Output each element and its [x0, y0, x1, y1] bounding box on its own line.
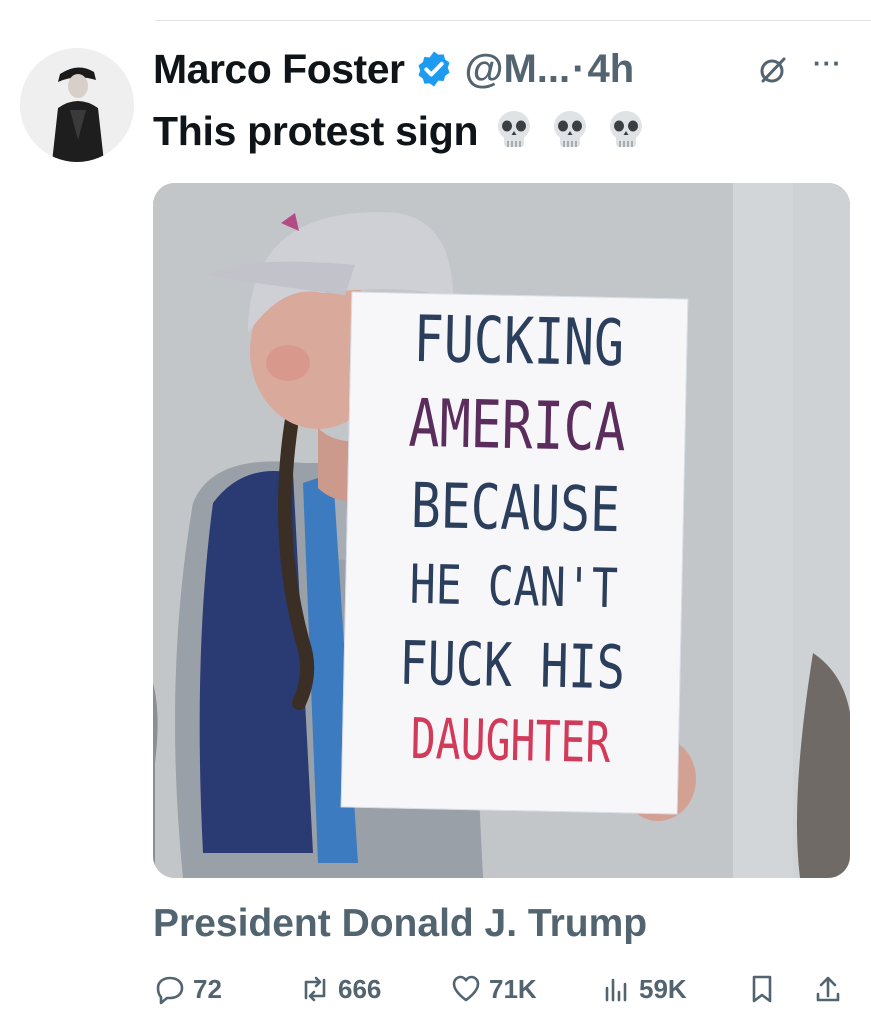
- views-icon: [599, 972, 633, 1006]
- reply-icon: [153, 972, 187, 1006]
- top-divider: [155, 20, 871, 21]
- reply-button[interactable]: 72: [153, 972, 222, 1006]
- skull-emoji-icon: [550, 109, 590, 151]
- quoted-author-name[interactable]: President Donald J. Trump: [153, 902, 647, 946]
- repost-button[interactable]: 666: [298, 972, 381, 1006]
- header-separator: ·: [572, 46, 586, 91]
- post-media-photo[interactable]: FUCKING AMERICA BECAUSE HE CAN'T FUCK HI…: [153, 183, 850, 878]
- post-header: Marco Foster @M... · 4h: [153, 40, 853, 98]
- post-text: This protest sign: [153, 108, 646, 155]
- sign-line-2: AMERICA: [407, 384, 627, 467]
- sign-line-6: DAUGHTER: [410, 706, 612, 777]
- like-button[interactable]: 71K: [449, 972, 537, 1006]
- views-button[interactable]: 59K: [599, 972, 687, 1006]
- avatar-image: [20, 48, 134, 162]
- heart-icon: [449, 972, 483, 1006]
- bookmark-button[interactable]: [745, 972, 785, 1006]
- author-display-name[interactable]: Marco Foster: [153, 46, 405, 93]
- repost-icon: [298, 972, 332, 1006]
- post-text-content: This protest sign: [153, 108, 479, 154]
- sign-line-5: FUCK HIS: [398, 628, 626, 704]
- verified-badge-icon: [414, 49, 454, 89]
- post-timestamp[interactable]: 4h: [587, 47, 634, 92]
- sign-line-1: FUCKING: [412, 302, 625, 382]
- share-button[interactable]: [811, 972, 851, 1006]
- author-handle[interactable]: @M...: [464, 47, 570, 92]
- protest-sign: FUCKING AMERICA BECAUSE HE CAN'T FUCK HI…: [340, 291, 689, 815]
- bookmark-icon: [745, 972, 779, 1006]
- sign-line-3: BECAUSE: [410, 468, 621, 547]
- skull-emoji-icon: [494, 109, 534, 151]
- skull-emoji-icon: [606, 109, 646, 151]
- sign-line-4: HE CAN'T: [409, 552, 619, 621]
- post-actions: 72 666 71K 59K: [153, 972, 853, 1012]
- share-icon: [811, 972, 845, 1006]
- avatar[interactable]: [20, 48, 134, 162]
